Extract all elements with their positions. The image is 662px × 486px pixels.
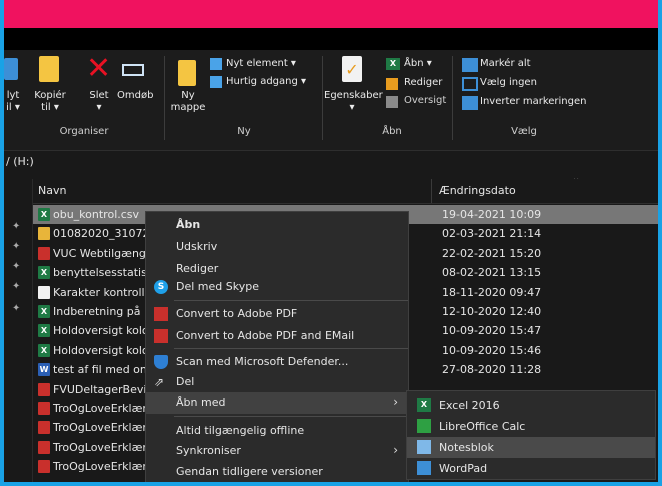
- window-frame: [0, 0, 662, 486]
